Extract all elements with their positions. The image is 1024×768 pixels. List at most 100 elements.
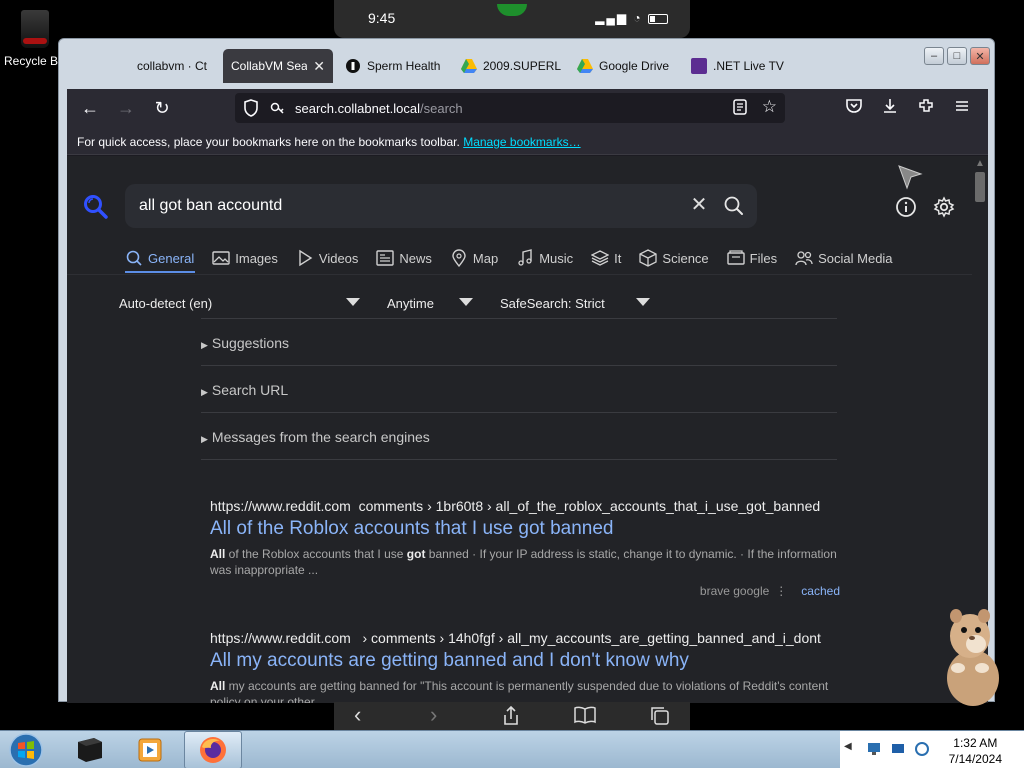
tab-2009-superl[interactable]: 2009.SUPERL bbox=[461, 49, 561, 83]
searxng-logo-icon[interactable] bbox=[83, 194, 109, 220]
search-result: https://www.reddit.com comments › 1br60t… bbox=[210, 498, 840, 598]
reader-view-icon[interactable] bbox=[733, 99, 747, 118]
recycle-bin-shortcut[interactable]: Recycle Bin bbox=[4, 6, 67, 68]
minimize-button[interactable]: – bbox=[924, 47, 944, 65]
taskbar-clock[interactable]: 1:32 AM 7/14/2024 bbox=[949, 735, 1002, 767]
downloads-icon[interactable] bbox=[879, 97, 901, 119]
people-icon bbox=[795, 251, 813, 266]
show-hidden-icons[interactable]: ◀ bbox=[844, 741, 852, 752]
url-host: search.collabnet.local bbox=[295, 101, 421, 116]
scroll-thumb[interactable] bbox=[975, 172, 985, 202]
search-url-toggle[interactable]: ▶ Search URL bbox=[201, 365, 837, 412]
volume-icon[interactable] bbox=[914, 741, 930, 757]
tab-collabvm[interactable]: collabvm · Ct bbox=[137, 49, 217, 83]
search-submit-icon[interactable] bbox=[723, 195, 745, 217]
info-icon[interactable] bbox=[895, 196, 917, 218]
result-title-link[interactable]: All of the Roblox accounts that I use go… bbox=[210, 518, 840, 540]
triangle-right-icon: ▶ bbox=[201, 340, 208, 350]
share-icon[interactable] bbox=[502, 705, 520, 731]
fold-label: Messages from the search engines bbox=[211, 429, 430, 445]
more-options-icon[interactable]: ⋮ bbox=[775, 584, 787, 598]
bookmarks-toolbar: For quick access, place your bookmarks h… bbox=[67, 127, 988, 155]
scroll-up-icon[interactable]: ▲ bbox=[975, 158, 985, 169]
settings-gear-icon[interactable] bbox=[933, 196, 955, 218]
bookmarks-book-icon[interactable] bbox=[574, 706, 596, 729]
signal-wifi-battery: ▂▄▆ ◔ bbox=[595, 11, 668, 25]
manage-bookmarks-link[interactable]: Manage bookmarks… bbox=[463, 135, 580, 149]
language-select[interactable]: Auto-detect (en) bbox=[119, 292, 364, 314]
category-label: General bbox=[148, 250, 195, 266]
category-label: Science bbox=[662, 250, 709, 266]
result-url[interactable]: https://www.reddit.com comments › 1br60t… bbox=[210, 498, 840, 514]
mouse-pointer-icon bbox=[898, 165, 923, 190]
tab-label: CollabVM Sear bbox=[231, 59, 308, 73]
cached-link[interactable]: cached bbox=[801, 584, 840, 598]
category-science[interactable]: Science bbox=[639, 246, 709, 270]
category-general[interactable]: General bbox=[125, 246, 194, 270]
phone-back-button[interactable]: ‹ bbox=[354, 702, 361, 728]
safesearch-select[interactable]: SafeSearch: Strict bbox=[500, 292, 652, 314]
result-engines: brave google bbox=[699, 584, 770, 598]
result-url-path: › comments › 14h0fgf › all_my_accounts_a… bbox=[362, 630, 821, 646]
category-label: News bbox=[399, 250, 432, 266]
tab-net-live-tv[interactable]: .NET Live TV bbox=[691, 49, 791, 83]
flag-icon[interactable] bbox=[890, 741, 906, 757]
engine-messages-toggle[interactable]: ▶ Messages from the search engines bbox=[201, 412, 837, 459]
url-text[interactable]: search.collabnet.local/search bbox=[295, 101, 463, 116]
triangle-right-icon: ▶ bbox=[201, 434, 208, 444]
time-range-select[interactable]: Anytime bbox=[387, 292, 475, 314]
snippet-highlight: All bbox=[210, 679, 226, 693]
shield-icon[interactable] bbox=[243, 99, 259, 117]
browser-window: collabvm · Ct CollabVM Sear ✕ Sperm Heal… bbox=[58, 38, 995, 703]
snippet-highlight: got bbox=[406, 547, 426, 561]
result-meta: brave google ⋮ cached bbox=[210, 584, 840, 598]
phone-forward-button[interactable]: › bbox=[430, 702, 437, 728]
tab-collabvm-search[interactable]: CollabVM Sear ✕ bbox=[223, 49, 333, 83]
category-label: Social Media bbox=[818, 250, 893, 266]
url-path: /search bbox=[420, 101, 463, 116]
tab-close-icon[interactable]: ✕ bbox=[313, 58, 325, 75]
extensions-icon[interactable] bbox=[915, 97, 937, 119]
tab-google-drive[interactable]: Google Drive bbox=[577, 49, 681, 83]
forward-button[interactable]: → bbox=[115, 97, 137, 119]
search-input[interactable] bbox=[139, 184, 679, 228]
pocket-icon[interactable] bbox=[843, 97, 865, 119]
category-map[interactable]: Map bbox=[450, 246, 498, 270]
result-title-link[interactable]: All my accounts are getting banned and I… bbox=[210, 650, 840, 672]
maximize-button[interactable]: □ bbox=[947, 47, 967, 65]
permissions-icon[interactable] bbox=[269, 99, 285, 117]
google-drive-icon bbox=[577, 58, 593, 74]
suggestions-toggle[interactable]: ▶ Suggestions bbox=[201, 318, 837, 365]
bookmark-star-icon[interactable]: ☆ bbox=[762, 97, 777, 117]
start-button-icon[interactable] bbox=[6, 732, 46, 768]
category-music[interactable]: Music bbox=[516, 246, 573, 270]
reload-button[interactable]: ↻ bbox=[151, 97, 173, 119]
tabs-overview-icon[interactable] bbox=[650, 706, 670, 731]
tab-sperm-health[interactable]: Sperm Health bbox=[345, 49, 445, 83]
menu-icon[interactable] bbox=[951, 97, 973, 119]
network-icon[interactable] bbox=[866, 741, 882, 757]
time-range-value: Anytime bbox=[387, 295, 434, 311]
category-files[interactable]: Files bbox=[726, 246, 777, 270]
category-news[interactable]: News bbox=[376, 246, 432, 270]
net-icon bbox=[691, 58, 707, 74]
category-label: Videos bbox=[318, 250, 359, 266]
taskbar-app-media-player[interactable] bbox=[122, 731, 178, 768]
category-label: Map bbox=[472, 250, 499, 266]
divider bbox=[201, 459, 837, 460]
url-bar[interactable]: search.collabnet.local/search ☆ bbox=[235, 93, 785, 123]
category-it[interactable]: It bbox=[591, 246, 621, 270]
clear-search-icon[interactable]: ✕ bbox=[689, 195, 709, 215]
close-button[interactable]: ✕ bbox=[970, 47, 990, 65]
back-button[interactable]: ← bbox=[79, 97, 101, 119]
category-videos[interactable]: Videos bbox=[296, 246, 359, 270]
category-social-media[interactable]: Social Media bbox=[795, 246, 893, 270]
result-url[interactable]: https://www.reddit.com › comments › 14h0… bbox=[210, 630, 840, 646]
category-images[interactable]: Images bbox=[212, 246, 278, 270]
computer-case-icon bbox=[78, 738, 102, 762]
result-snippet: All of the Roblox accounts that I use go… bbox=[210, 546, 840, 578]
clock-time: 1:32 AM bbox=[953, 736, 998, 750]
taskbar-app-vm[interactable] bbox=[62, 731, 118, 768]
result-url-host: https://www.reddit.com bbox=[210, 498, 351, 514]
taskbar-app-firefox[interactable] bbox=[184, 731, 242, 768]
